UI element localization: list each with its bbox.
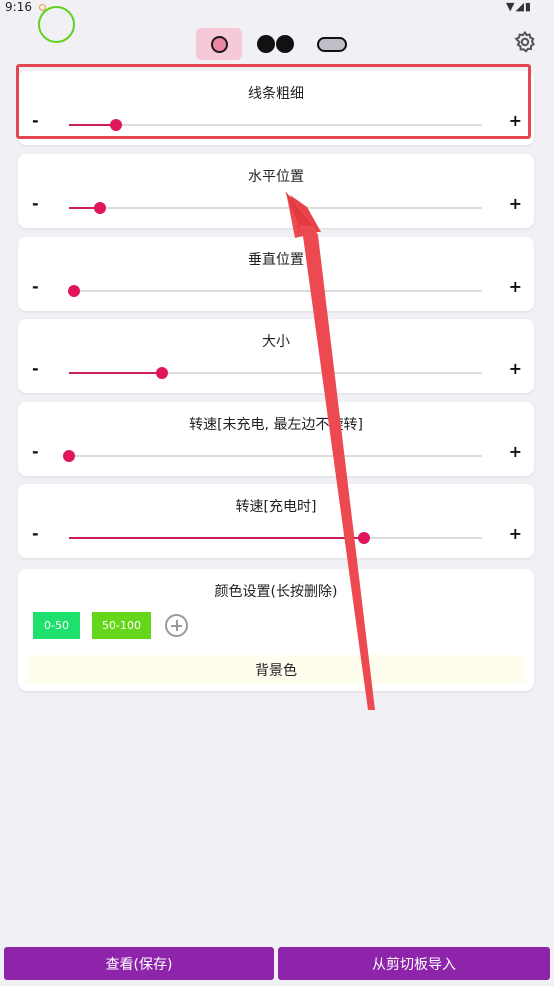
decrease-button[interactable]: - bbox=[32, 524, 39, 543]
view-save-button[interactable]: 查看(保存) bbox=[4, 947, 274, 980]
increase-button[interactable]: + bbox=[509, 277, 522, 296]
decrease-button[interactable]: - bbox=[32, 111, 39, 130]
background-color-button[interactable]: 背景色 bbox=[27, 655, 525, 684]
tab-circle[interactable] bbox=[196, 28, 242, 60]
card-speed-uncharged: 转速[未充电, 最左边不旋转] - + bbox=[18, 402, 534, 476]
decrease-button[interactable]: - bbox=[32, 277, 39, 296]
color-chip-0-50[interactable]: 0-50 bbox=[33, 612, 80, 639]
slider-track[interactable] bbox=[63, 450, 482, 462]
slider-label: 大小 bbox=[262, 334, 290, 350]
slider-track[interactable] bbox=[69, 119, 482, 131]
card-line-thickness: 线条粗细 - + bbox=[18, 71, 534, 145]
slider-thumb[interactable] bbox=[67, 285, 80, 297]
ring-preview-icon bbox=[38, 6, 75, 43]
decrease-button[interactable]: - bbox=[32, 442, 39, 461]
increase-button[interactable]: + bbox=[509, 359, 522, 378]
slider-label: 线条粗细 bbox=[248, 86, 304, 102]
slider-track[interactable] bbox=[69, 202, 482, 214]
color-settings-title: 颜色设置(长按删除) bbox=[214, 584, 338, 600]
slider-track[interactable] bbox=[69, 367, 482, 379]
slider-label: 转速[未充电, 最左边不旋转] bbox=[189, 417, 363, 433]
import-clipboard-button[interactable]: 从剪切板导入 bbox=[278, 947, 550, 980]
card-horizontal-position: 水平位置 - + bbox=[18, 154, 534, 228]
status-bar: 9:16 ▼◢▮ bbox=[0, 0, 554, 16]
increase-button[interactable]: + bbox=[509, 524, 522, 543]
increase-button[interactable]: + bbox=[509, 194, 522, 213]
slider-thumb[interactable] bbox=[357, 532, 370, 544]
decrease-button[interactable]: - bbox=[32, 359, 39, 378]
slider-label: 转速[充电时] bbox=[235, 499, 317, 515]
pill-icon bbox=[317, 36, 347, 52]
card-color-settings: 颜色设置(长按删除) 0-50 50-100 背景色 bbox=[18, 569, 534, 691]
card-speed-charging: 转速[充电时] - + bbox=[18, 484, 534, 558]
card-size: 大小 - + bbox=[18, 319, 534, 393]
slider-track[interactable] bbox=[69, 532, 482, 544]
circle-icon bbox=[210, 35, 228, 53]
slider-thumb[interactable] bbox=[155, 367, 168, 379]
add-color-icon[interactable] bbox=[165, 614, 188, 637]
slider-thumb[interactable] bbox=[93, 202, 106, 214]
slider-thumb[interactable] bbox=[109, 119, 122, 131]
status-time: 9:16 bbox=[5, 0, 32, 14]
gear-icon[interactable] bbox=[513, 30, 537, 54]
status-icons: ▼◢▮ bbox=[506, 0, 532, 13]
glasses-icon bbox=[256, 35, 294, 53]
tab-pill[interactable] bbox=[312, 28, 352, 60]
tab-glasses[interactable] bbox=[254, 28, 296, 60]
increase-button[interactable]: + bbox=[509, 111, 522, 130]
slider-thumb[interactable] bbox=[63, 450, 75, 462]
app-screen: 9:16 ▼◢▮ 线条粗细 - + 水平位置 - + 垂直位置 - + 大小 -… bbox=[0, 0, 554, 986]
color-chip-50-100[interactable]: 50-100 bbox=[92, 612, 151, 639]
slider-label: 水平位置 bbox=[248, 169, 304, 185]
decrease-button[interactable]: - bbox=[32, 194, 39, 213]
slider-track[interactable] bbox=[67, 285, 482, 297]
increase-button[interactable]: + bbox=[509, 442, 522, 461]
slider-label: 垂直位置 bbox=[248, 252, 304, 268]
card-vertical-position: 垂直位置 - + bbox=[18, 237, 534, 311]
